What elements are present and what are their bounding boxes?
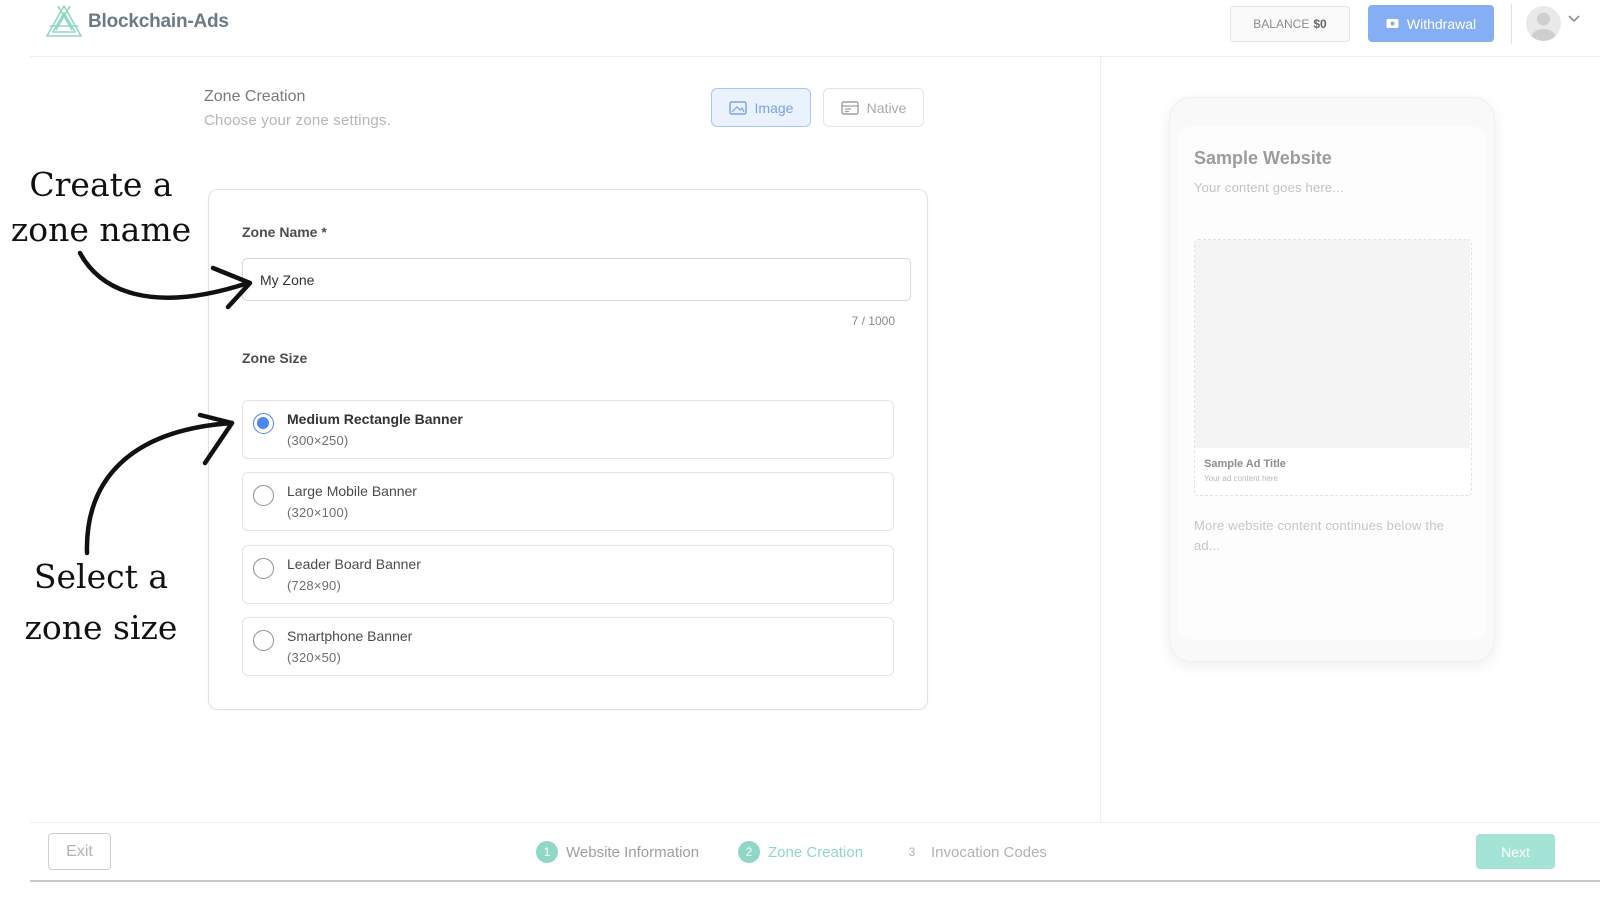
annotation-line: zone size [24,608,178,647]
step-invocation-codes[interactable]: 3 Invocation Codes [901,841,1047,863]
balance-value: $0 [1313,17,1327,31]
zone-size-name: Smartphone Banner [287,628,413,644]
zone-size-name: Medium Rectangle Banner [287,411,463,427]
image-icon [728,100,747,115]
step-number: 2 [738,841,760,863]
ad-type-native-button[interactable]: Native [823,88,924,127]
annotation-arrows [77,250,253,556]
withdrawal-label: Withdrawal [1406,15,1477,32]
zone-size-option-smartphone[interactable]: Smartphone Banner (320×50) [242,617,894,676]
user-icon [1531,12,1556,41]
zone-size-name: Large Mobile Banner [287,483,417,499]
step-number: 1 [536,841,558,863]
annotation-select-zone-size: Select a zone size [5,551,197,653]
zone-settings-card: Zone Name * 7 / 1000 Zone Size Medium Re… [208,189,928,710]
step-label: Zone Creation [768,843,864,861]
ad-type-image-button[interactable]: Image [711,88,811,127]
balance-label: BALANCE [1253,17,1310,31]
zone-size-name: Leader Board Banner [287,556,421,572]
wallet-icon [1386,19,1399,28]
zone-size-dims: (300×250) [287,433,349,448]
zone-size-option-large-mobile[interactable]: Large Mobile Banner (320×100) [242,472,894,531]
char-counter: 7 / 1000 [851,314,895,328]
avatar[interactable] [1526,6,1561,41]
zone-size-option-leader-board[interactable]: Leader Board Banner (728×90) [242,545,894,604]
ad-type-native-label: Native [866,99,907,116]
radio-button[interactable] [253,630,274,651]
ad-preview-text: Your ad content here [1204,474,1278,483]
native-layout-icon [840,100,859,115]
arrow-to-zone-size-icon [84,420,235,556]
arrow-to-zone-name-icon [77,250,251,300]
header-divider [1511,4,1512,44]
ad-preview-title: Sample Ad Title [1204,458,1286,470]
top-header: Blockchain-Ads BALANCE $0 Withdrawal [30,0,1600,57]
preview-divider [1100,57,1101,822]
ad-preview-box: Sample Ad Title Your ad content here [1194,239,1472,496]
preview-screen: Sample Website Your content goes here...… [1178,126,1486,640]
balance-indicator: BALANCE $0 [1230,6,1350,42]
next-button[interactable]: Next [1476,834,1555,869]
step-label: Website Information [566,843,700,861]
wizard-footer: Exit 1 Website Information 2 Zone Creati… [30,822,1600,882]
step-number: 3 [901,841,923,863]
zone-size-option-medium-rectangle[interactable]: Medium Rectangle Banner (300×250) [242,400,894,459]
preview-site-title: Sample Website [1194,148,1332,168]
preview-site-subtitle: Your content goes here... [1194,180,1344,195]
ad-type-image-label: Image [754,99,794,116]
ad-image-placeholder [1195,240,1470,448]
zone-size-dims: (320×100) [287,505,349,520]
step-label: Invocation Codes [931,843,1047,861]
step-zone-creation[interactable]: 2 Zone Creation [738,841,863,863]
withdrawal-button[interactable]: Withdrawal [1368,5,1494,42]
zone-name-input[interactable] [242,258,911,301]
chevron-down-icon[interactable] [1567,14,1581,24]
zone-size-dims: (728×90) [287,578,341,593]
step-website-information[interactable]: 1 Website Information [536,841,699,863]
zone-size-dims: (320×50) [287,650,341,665]
radio-button[interactable] [253,558,274,579]
phone-preview: Sample Website Your content goes here...… [1169,97,1495,662]
exit-button[interactable]: Exit [48,833,111,870]
preview-more-text: More website content continues below the… [1194,518,1445,553]
